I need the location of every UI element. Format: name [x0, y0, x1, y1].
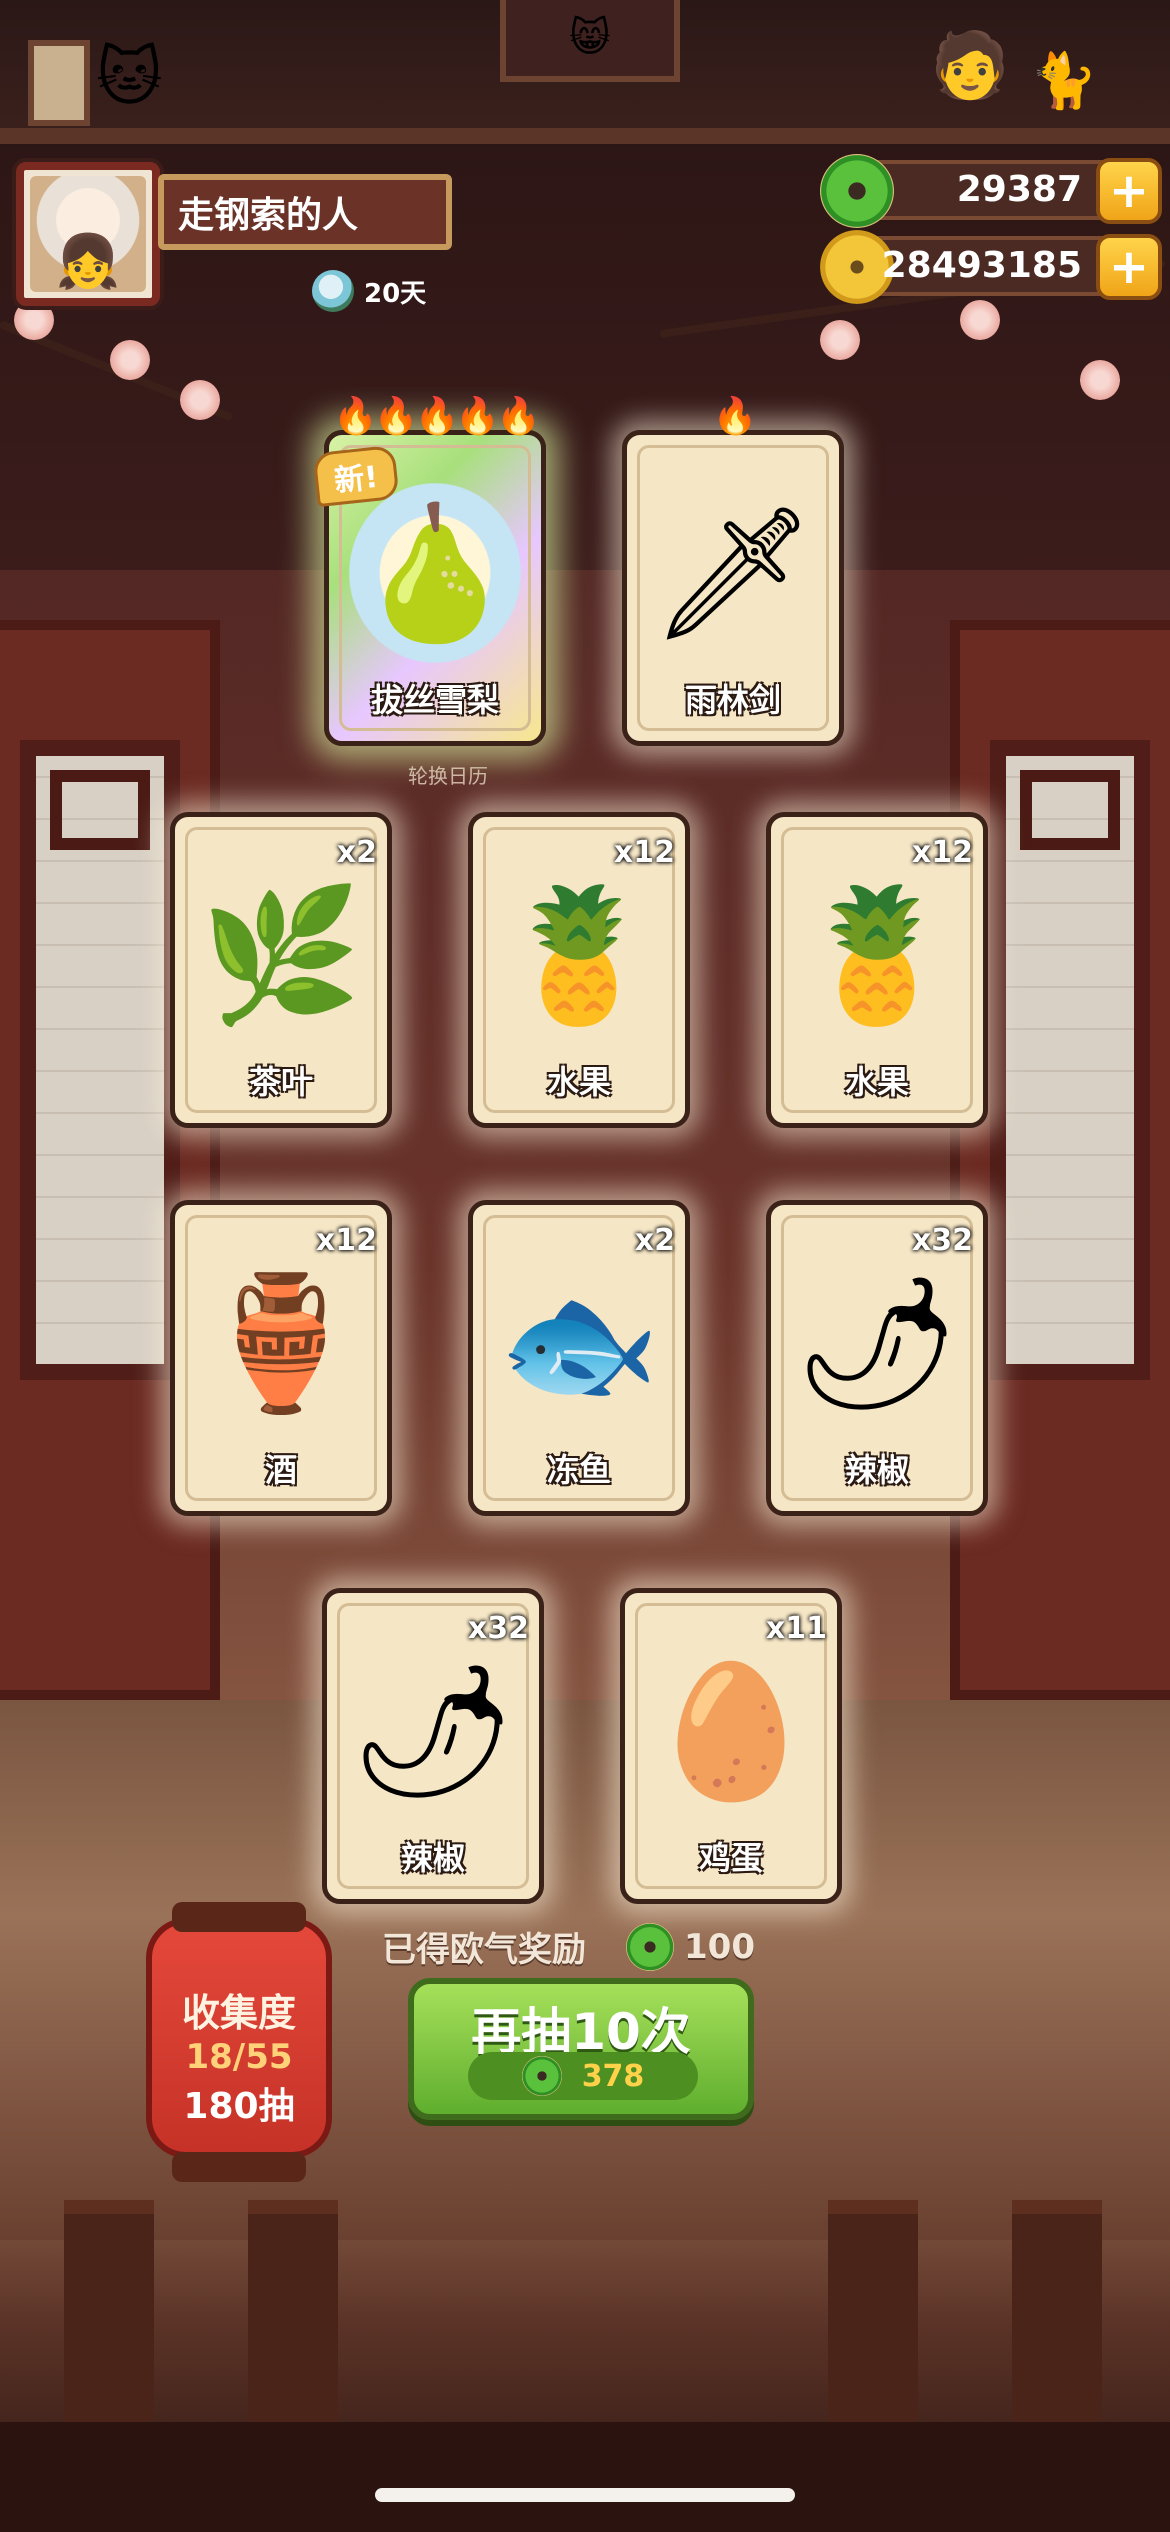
card-label: 辣椒 — [400, 1839, 465, 1877]
chili-icon: 🌶 — [350, 1655, 516, 1807]
gold-currency: 28493185 + — [820, 230, 1162, 304]
draw-cost: 378 — [468, 2052, 698, 2100]
chili-icon: 🌶 — [794, 1267, 960, 1419]
card-label: 茶叶 — [248, 1063, 313, 1101]
sword-icon: 🗡 — [650, 497, 816, 649]
card-label: 酒 — [264, 1451, 297, 1489]
pear-dish-icon: 🍐 — [349, 483, 521, 663]
reward-card[interactable]: x32 🌶 辣椒 — [766, 1200, 988, 1516]
wine-jar-icon: 🏺 — [200, 1267, 362, 1419]
card-label: 水果 — [844, 1063, 909, 1101]
reward-card[interactable]: x32 🌶 辣椒 — [322, 1588, 544, 1904]
reward-card[interactable]: 🔥 🗡 雨林剑 — [622, 396, 844, 746]
blossom — [820, 320, 860, 360]
reward-card[interactable]: x12 🏺 酒 — [170, 1200, 392, 1516]
rarity-fire-icon: 🔥🔥🔥🔥🔥 — [332, 396, 541, 437]
card-label: 辣椒 — [844, 1451, 909, 1489]
card-label: 鸡蛋 — [698, 1839, 763, 1877]
bottom-band — [0, 2422, 1170, 2532]
collection-draws: 180抽 — [183, 2086, 295, 2127]
card-label: 冻鱼 — [546, 1451, 611, 1489]
portrait-frame: 😸 — [500, 0, 680, 82]
lantern-cap — [172, 1902, 306, 1932]
lantern-stand — [172, 2152, 306, 2182]
right-door — [950, 620, 1170, 1700]
gold-value: 28493185 — [881, 245, 1082, 286]
luck-reward-value: 100 — [684, 1926, 755, 1967]
card-label: 雨林剑 — [684, 681, 781, 719]
draw-cost-value: 378 — [581, 2058, 645, 2094]
railing-post — [1012, 2200, 1102, 2440]
card-label: 拔丝雪梨 — [370, 681, 499, 719]
luck-reward: 已得欧气奖励 100 — [382, 1922, 755, 1971]
add-gold-button[interactable]: + — [1096, 234, 1162, 300]
jade-coin-icon — [820, 154, 894, 228]
shelf-board — [0, 128, 1170, 144]
collection-title: 收集度 — [181, 1991, 296, 2035]
chef-icon: 🧑 — [930, 29, 1010, 103]
collection-progress: 18/55 — [185, 2037, 293, 2077]
jade-coin-icon — [521, 2056, 562, 2096]
jade-currency: 29387 + — [820, 154, 1162, 228]
reward-card[interactable]: x12 🍍 水果 — [766, 812, 988, 1128]
reward-card-featured[interactable]: 🔥🔥🔥🔥🔥 新! 🍐 拔丝雪梨 — [312, 396, 546, 746]
blossom — [110, 340, 150, 380]
collection-lantern[interactable]: 收集度 18/55 180抽 — [146, 1902, 332, 2182]
fruit-icon: 🍍 — [796, 879, 958, 1031]
home-indicator[interactable] — [375, 2488, 795, 2502]
rarity-fire-icon: 🔥 — [712, 396, 758, 437]
jade-coin-icon — [626, 1922, 674, 1971]
blossom — [960, 300, 1000, 340]
draw-again-button[interactable]: 再抽10次 378 — [408, 1978, 754, 2120]
railing-post — [248, 2200, 338, 2440]
add-jade-button[interactable]: + — [1096, 158, 1162, 224]
white-cat-icon: 🐈 — [1030, 49, 1098, 112]
left-door — [0, 620, 220, 1700]
cat-glasses-icon: 😸 — [569, 15, 611, 61]
jade-value: 29387 — [956, 169, 1082, 210]
reward-card[interactable]: x12 🍍 水果 — [468, 812, 690, 1128]
avatar[interactable]: 👧 — [16, 162, 160, 306]
reward-card[interactable]: x11 🥚 鸡蛋 — [620, 1588, 842, 1904]
reward-card[interactable]: x2 🐟 冻鱼 — [468, 1200, 690, 1516]
blossom — [180, 380, 220, 420]
days-value: 20天 — [364, 278, 427, 309]
days-counter: 20天 — [312, 270, 426, 312]
planet-icon — [312, 270, 354, 312]
blossom — [14, 300, 54, 340]
luck-reward-label: 已得欧气奖励 — [382, 1930, 586, 1970]
player-name: 走钢索的人 — [158, 174, 452, 250]
fruit-icon: 🍍 — [498, 879, 660, 1031]
picture-frame-icon — [28, 40, 90, 126]
card-label: 水果 — [546, 1063, 611, 1101]
blossom — [1080, 360, 1120, 400]
tea-leaf-icon: 🌿 — [200, 879, 362, 1031]
railing-post — [828, 2200, 918, 2440]
avatar-portrait-icon: 👧 — [30, 176, 146, 292]
cat-icon: 🐱 — [96, 41, 163, 115]
railing-post — [64, 2200, 154, 2440]
rotation-sign: 轮换日历 — [408, 764, 488, 788]
reward-card[interactable]: x2 🌿 茶叶 — [170, 812, 392, 1128]
egg-icon: 🥚 — [650, 1655, 812, 1807]
frozen-fish-icon: 🐟 — [498, 1267, 660, 1419]
